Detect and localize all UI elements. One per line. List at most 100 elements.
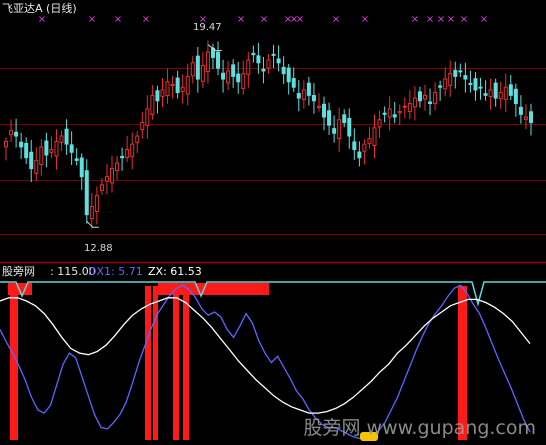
candle-body	[205, 51, 210, 73]
candle-body	[488, 89, 493, 97]
candle-body	[130, 143, 135, 157]
top-markers: × × × × × × × ××× × × × × × × × ×	[38, 14, 488, 25]
candle-body	[34, 159, 39, 174]
candle-body	[316, 105, 321, 108]
zx-readout: ZX: 61.53	[148, 265, 202, 278]
candle-body	[246, 59, 251, 75]
candle-body	[226, 70, 231, 84]
candle-body	[322, 103, 327, 118]
candle-body	[180, 86, 185, 92]
candle-body	[14, 131, 19, 137]
signal-bar	[10, 286, 18, 440]
zx-line	[0, 297, 531, 414]
candle-body	[49, 149, 54, 153]
chart-title: 飞亚达A (日线)	[2, 2, 77, 15]
candle-body	[417, 91, 422, 102]
candle-body	[221, 72, 226, 80]
signal-bar	[183, 286, 189, 440]
candle-body	[74, 158, 79, 161]
candle-body	[216, 51, 221, 69]
candle-body	[69, 144, 74, 153]
candle-body	[448, 73, 453, 86]
candle-body	[110, 168, 115, 184]
candle-body	[54, 140, 59, 157]
signal-block	[158, 283, 269, 295]
signal-bar	[153, 286, 158, 440]
candle-body	[402, 105, 407, 108]
candle-body	[372, 127, 377, 146]
marker-symbol: ×	[88, 14, 96, 25]
candle-body	[362, 143, 367, 152]
watermark: 股旁网 www.gupang.com	[303, 417, 536, 439]
candle-body	[458, 70, 463, 73]
candle-body	[190, 62, 195, 77]
marker-symbol: ×	[411, 14, 419, 25]
candle-body	[165, 81, 170, 97]
candle-body	[453, 69, 458, 77]
indicator-name: 股旁网	[2, 265, 35, 278]
pointer-line	[207, 44, 222, 52]
marker-symbol: ×	[460, 14, 468, 25]
candle-body	[241, 73, 246, 89]
candle-body	[94, 195, 99, 212]
candle-body	[306, 82, 311, 96]
marker-symbol: ×	[114, 14, 122, 25]
marker-symbol: ×	[447, 14, 455, 25]
candle-body	[478, 86, 483, 89]
candle-body	[155, 90, 160, 102]
candle-body	[59, 135, 64, 143]
candle-body	[473, 78, 478, 91]
signal-bar	[145, 286, 151, 440]
candle-body	[125, 149, 130, 158]
dx1-readout: DX1: 5.71	[88, 265, 143, 278]
candle-body	[281, 66, 286, 75]
candle-body	[468, 82, 473, 85]
candle-body	[332, 128, 337, 134]
candle-body	[120, 155, 125, 159]
stock-chart: × × × × × × × ××× × × × × × × × ×	[0, 14, 546, 441]
candle-body	[9, 130, 14, 136]
candle-body	[483, 93, 488, 96]
candle-body	[327, 110, 332, 126]
candle-body	[498, 92, 503, 100]
signal-bar	[173, 286, 179, 440]
candle-body	[382, 112, 387, 115]
candle-body	[443, 78, 448, 90]
candle-body	[529, 111, 533, 123]
high-price-label: 19.47	[193, 22, 222, 33]
candle-body	[44, 140, 49, 156]
candle-body	[256, 55, 261, 64]
marker-symbol: ×	[296, 14, 304, 25]
candle-body	[185, 75, 190, 95]
candle-body	[438, 85, 443, 88]
high-price-pointer	[207, 44, 222, 52]
marker-symbol: ×	[426, 14, 434, 25]
candle-body	[135, 135, 140, 144]
candle-body	[39, 146, 44, 166]
candle-body	[276, 58, 281, 64]
candle-body	[140, 121, 145, 131]
candle-body	[503, 86, 508, 100]
candle-body	[493, 82, 498, 99]
marker-symbol: ×	[260, 14, 268, 25]
candle-body	[422, 94, 427, 100]
candle-body	[200, 65, 205, 82]
candle-body	[64, 128, 69, 145]
candle-body	[463, 75, 468, 80]
candle-body	[523, 116, 528, 120]
marker-symbol: ×	[38, 14, 46, 25]
candle-body	[266, 59, 271, 69]
candle-body	[347, 117, 352, 137]
candle-body	[19, 141, 24, 148]
candle-body	[387, 108, 392, 118]
candle-body	[251, 52, 256, 56]
marker-symbol: ×	[361, 14, 369, 25]
candle-body	[407, 102, 412, 113]
candle-body	[291, 78, 296, 88]
candle-body	[160, 89, 165, 97]
candle-body	[337, 119, 342, 140]
candle-body	[236, 73, 241, 83]
candle-body	[89, 205, 94, 220]
marker-symbol: ×	[142, 14, 150, 25]
candle-body	[342, 114, 347, 123]
